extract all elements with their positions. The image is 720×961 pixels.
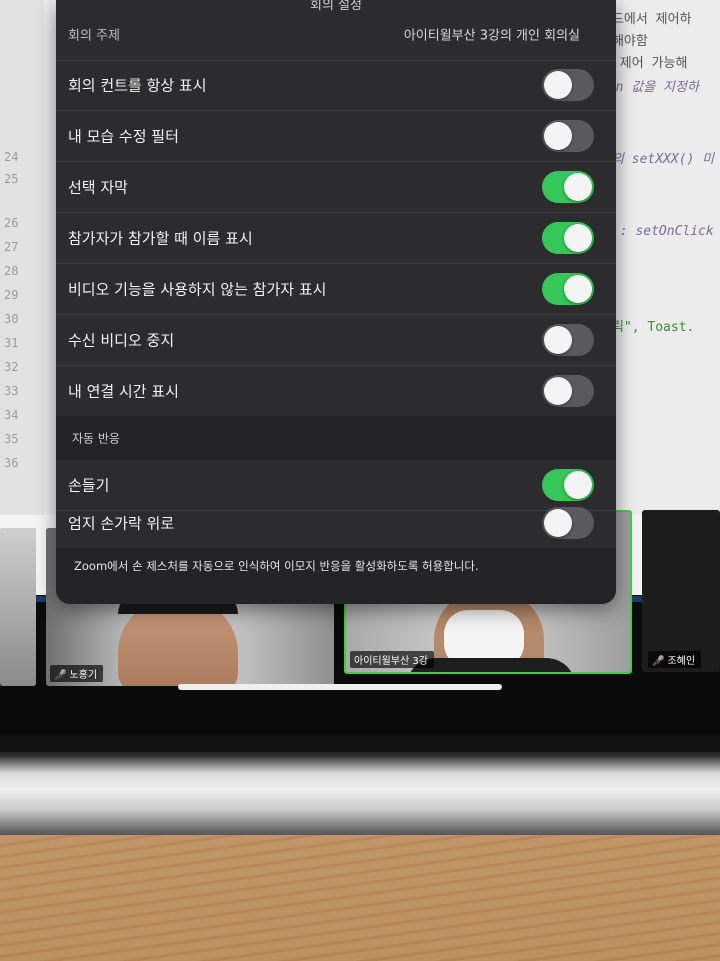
setting-label: 수신 비디오 중지 — [68, 331, 175, 350]
setting-row-touch-up-filter[interactable]: 내 모습 수정 필터 — [56, 111, 616, 162]
line-number: 34 — [4, 408, 19, 422]
setting-label: 내 연결 시간 표시 — [68, 382, 179, 401]
line-number: 26 — [4, 216, 19, 230]
setting-label: 비디오 기능을 사용하지 않는 참가자 표시 — [68, 280, 327, 299]
toggle-switch[interactable] — [542, 69, 594, 101]
toggle-knob — [564, 173, 592, 201]
toggle-switch[interactable] — [542, 222, 594, 254]
auto-reactions-description: Zoom에서 손 제스처를 자동으로 인식하여 이모지 반응을 활성화하도록 허… — [56, 548, 616, 604]
setting-row-closed-captions[interactable]: 선택 자막 — [56, 162, 616, 213]
toggle-knob — [544, 509, 572, 537]
line-number: 24 — [4, 150, 19, 164]
setting-label: 내 모습 수정 필터 — [68, 127, 179, 146]
toggle-knob — [544, 71, 572, 99]
participant-name: 조혜인 — [667, 656, 696, 667]
setting-label: 손들기 — [68, 476, 110, 495]
line-number: 29 — [4, 288, 19, 302]
meeting-topic-label: 회의 주제 — [68, 28, 120, 44]
participant-name: 아이티윌부산 3강 — [354, 656, 428, 667]
setting-row-show-non-video-participants[interactable]: 비디오 기능을 사용하지 않는 참가자 표시 — [56, 264, 616, 315]
toggle-knob — [544, 377, 572, 405]
mic-muted-icon: 🎤̸ — [652, 656, 665, 667]
meeting-topic-row[interactable]: 회의 주제 아이티윌부산 3강의 개인 회의실 — [56, 8, 616, 61]
line-number: 30 — [4, 312, 19, 326]
toggle-knob — [544, 326, 572, 354]
setting-label: 회의 컨트롤 항상 표시 — [68, 76, 207, 95]
tablet-device: 24 25 26 27 28 29 30 31 32 33 34 35 36 코… — [0, 0, 720, 752]
toggle-switch[interactable] — [542, 507, 594, 539]
setting-label: 선택 자막 — [68, 178, 128, 197]
line-number: 36 — [4, 456, 19, 470]
code-fragment: 체의 setXXX() 미 — [600, 152, 715, 167]
setting-row-thumbs-up[interactable]: 엄지 손가락 위로 — [56, 498, 616, 548]
meeting-topic-value: 아이티윌부산 3강의 개인 회의실 — [403, 28, 580, 44]
setting-label: 참가자가 참가할 때 이름 표시 — [68, 229, 253, 248]
participant-name-tag: 아이티윌부산 3강 — [350, 651, 434, 668]
setting-row-stop-incoming-video[interactable]: 수신 비디오 중지 — [56, 315, 616, 366]
line-number: 35 — [4, 432, 19, 446]
description-text: Zoom에서 손 제스처를 자동으로 인식하여 이모지 반응을 활성화하도록 허… — [74, 559, 479, 573]
participant-name: 노홍기 — [69, 670, 98, 681]
meeting-settings-panel: 회의 설정 회의 주제 아이티윌부산 3강의 개인 회의실 회의 컨트롤 항상 … — [56, 0, 616, 604]
participant-name-tag: 🎤̸ 노홍기 — [50, 665, 104, 682]
participant-tile[interactable]: 🎤̸ 조혜인 — [642, 510, 720, 672]
toggle-switch[interactable] — [542, 469, 594, 501]
video-feed — [0, 528, 36, 686]
line-number-gutter: 24 25 26 27 28 29 30 31 32 33 34 35 36 — [0, 0, 44, 515]
home-indicator[interactable] — [178, 684, 502, 690]
line-number: 27 — [4, 240, 19, 254]
line-number: 28 — [4, 264, 19, 278]
toggle-knob — [544, 122, 572, 150]
setting-label: 엄지 손가락 위로 — [68, 514, 175, 533]
participant-name-tag: 🎤̸ 조혜인 — [648, 651, 702, 668]
participant-tile-partial[interactable] — [0, 528, 36, 686]
tablet-screen: 24 25 26 27 28 29 30 31 32 33 34 35 36 코… — [0, 0, 720, 735]
toggle-switch[interactable] — [542, 375, 594, 407]
setting-row-show-names-on-join[interactable]: 참가자가 참가할 때 이름 표시 — [56, 213, 616, 264]
toggle-knob — [564, 224, 592, 252]
auto-reactions-section-header: 자동 반응 — [56, 416, 616, 460]
setting-row-show-connected-time[interactable]: 내 연결 시간 표시 — [56, 366, 616, 416]
section-title: 자동 반응 — [72, 431, 120, 446]
mic-muted-icon: 🎤̸ — [54, 670, 67, 681]
code-fragment: 름 : setOnClick — [600, 224, 714, 239]
line-number: 25 — [4, 172, 19, 186]
line-number: 33 — [4, 384, 19, 398]
toggle-switch[interactable] — [542, 273, 594, 305]
toggle-switch[interactable] — [542, 324, 594, 356]
toggle-switch[interactable] — [542, 120, 594, 152]
line-number: 31 — [4, 336, 19, 350]
line-number: 32 — [4, 360, 19, 374]
toggle-knob — [564, 471, 592, 499]
toggle-switch[interactable] — [542, 171, 594, 203]
setting-row-always-show-controls[interactable]: 회의 컨트롤 항상 표시 — [56, 60, 616, 111]
toggle-knob — [564, 275, 592, 303]
